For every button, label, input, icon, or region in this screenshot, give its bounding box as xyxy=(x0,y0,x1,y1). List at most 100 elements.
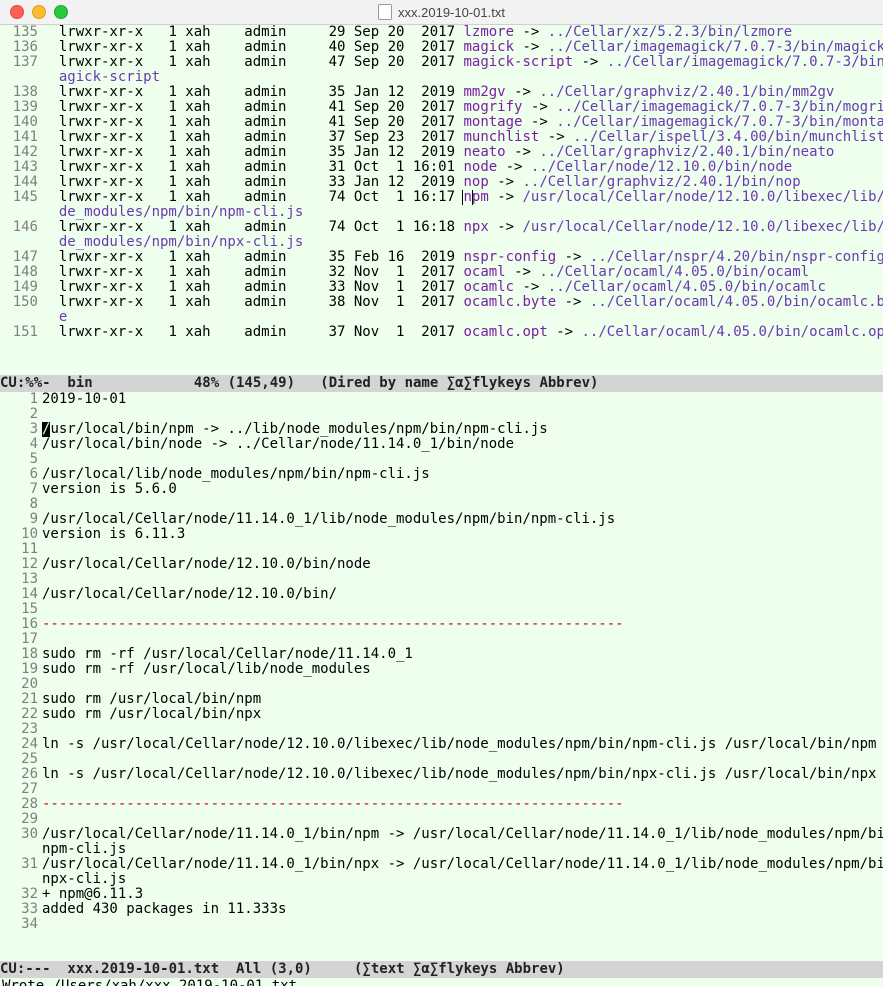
line-number: 4 xyxy=(0,437,42,452)
text-row[interactable]: 31/usr/local/Cellar/node/11.14.0_1/bin/n… xyxy=(0,857,883,872)
text-line: ----------------------------------------… xyxy=(42,617,883,632)
text-row[interactable]: 33added 430 packages in 11.333s xyxy=(0,902,883,917)
dired-row[interactable]: 149 lrwxr-xr-x 1 xah admin 33 Nov 1 2017… xyxy=(0,280,883,295)
text-line xyxy=(42,452,883,467)
line-number: 3 xyxy=(0,422,42,437)
echo-area-text: Wrote /Users/xah/xxx.2019-10-01.txt xyxy=(2,978,297,986)
text-row[interactable]: 2 xyxy=(0,407,883,422)
modeline-dired[interactable]: CU:%%- bin 48% (145,49) (Dired by name ∑… xyxy=(0,375,883,392)
dired-row[interactable]: 141 lrwxr-xr-x 1 xah admin 37 Sep 23 201… xyxy=(0,130,883,145)
text-row[interactable]: 23 xyxy=(0,722,883,737)
line-number: 17 xyxy=(0,632,42,647)
text-line: ----------------------------------------… xyxy=(42,797,883,812)
text-row[interactable]: 26ln -s /usr/local/Cellar/node/12.10.0/l… xyxy=(0,767,883,782)
modeline-text[interactable]: CU:--- xxx.2019-10-01.txt All (3,0) (∑te… xyxy=(0,961,883,978)
line-number: 136 xyxy=(0,40,42,55)
line-number: 22 xyxy=(0,707,42,722)
dired-row[interactable]: 147 lrwxr-xr-x 1 xah admin 35 Feb 16 201… xyxy=(0,250,883,265)
dired-line: lrwxr-xr-x 1 xah admin 32 Nov 1 2017 oca… xyxy=(42,265,883,280)
window-title-text: xxx.2019-10-01.txt xyxy=(398,5,505,20)
dired-row[interactable]: 135 lrwxr-xr-x 1 xah admin 29 Sep 20 201… xyxy=(0,25,883,40)
text-row[interactable]: 32+ npm@6.11.3 xyxy=(0,887,883,902)
text-line: + npm@6.11.3 xyxy=(42,887,883,902)
text-row[interactable]: 25 xyxy=(0,752,883,767)
dired-row[interactable]: 137 lrwxr-xr-x 1 xah admin 47 Sep 20 201… xyxy=(0,55,883,70)
line-number: 8 xyxy=(0,497,42,512)
text-row[interactable]: 6/usr/local/lib/node_modules/npm/bin/npm… xyxy=(0,467,883,482)
text-row-continuation: npx-cli.js xyxy=(0,872,883,887)
dired-line: lrwxr-xr-x 1 xah admin 35 Jan 12 2019 mm… xyxy=(42,85,883,100)
dired-row[interactable]: 139 lrwxr-xr-x 1 xah admin 41 Sep 20 201… xyxy=(0,100,883,115)
text-line: sudo rm -rf /usr/local/lib/node_modules xyxy=(42,662,883,677)
text-row[interactable]: 20 xyxy=(0,677,883,692)
dired-row[interactable]: 136 lrwxr-xr-x 1 xah admin 40 Sep 20 201… xyxy=(0,40,883,55)
text-line: sudo rm /usr/local/bin/npx xyxy=(42,707,883,722)
line-number: 10 xyxy=(0,527,42,542)
text-row[interactable]: 24ln -s /usr/local/Cellar/node/12.10.0/l… xyxy=(0,737,883,752)
dired-line: lrwxr-xr-x 1 xah admin 74 Oct 1 16:17 np… xyxy=(42,190,883,205)
text-row[interactable]: 17 xyxy=(0,632,883,647)
line-number: 150 xyxy=(0,295,42,310)
text-row[interactable]: 12019-10-01 xyxy=(0,392,883,407)
text-row[interactable]: 4/usr/local/bin/node -> ../Cellar/node/1… xyxy=(0,437,883,452)
text-row[interactable]: 8 xyxy=(0,497,883,512)
text-line xyxy=(42,917,883,932)
text-row[interactable]: 11 xyxy=(0,542,883,557)
text-row[interactable]: 27 xyxy=(0,782,883,797)
dired-row[interactable]: 145 lrwxr-xr-x 1 xah admin 74 Oct 1 16:1… xyxy=(0,190,883,205)
text-line xyxy=(42,602,883,617)
dired-buffer[interactable]: 135 lrwxr-xr-x 1 xah admin 29 Sep 20 201… xyxy=(0,25,883,375)
dired-row[interactable]: 138 lrwxr-xr-x 1 xah admin 35 Jan 12 201… xyxy=(0,85,883,100)
text-row[interactable]: 34 xyxy=(0,917,883,932)
line-number: 16 xyxy=(0,617,42,632)
line-number: 20 xyxy=(0,677,42,692)
dired-row[interactable]: 148 lrwxr-xr-x 1 xah admin 32 Nov 1 2017… xyxy=(0,265,883,280)
text-row[interactable]: 29 xyxy=(0,812,883,827)
titlebar[interactable]: xxx.2019-10-01.txt xyxy=(0,0,883,25)
text-row[interactable]: 22sudo rm /usr/local/bin/npx xyxy=(0,707,883,722)
modeline-text-text: CU:--- xxx.2019-10-01.txt All (3,0) (∑te… xyxy=(0,961,565,977)
text-row[interactable]: 3/usr/local/bin/npm -> ../lib/node_modul… xyxy=(0,422,883,437)
text-line xyxy=(42,407,883,422)
text-row[interactable]: 19sudo rm -rf /usr/local/lib/node_module… xyxy=(0,662,883,677)
dired-row[interactable]: 140 lrwxr-xr-x 1 xah admin 41 Sep 20 201… xyxy=(0,115,883,130)
line-number: 142 xyxy=(0,145,42,160)
text-buffer[interactable]: 12019-10-0123/usr/local/bin/npm -> ../li… xyxy=(0,392,883,961)
text-row[interactable]: 21sudo rm /usr/local/bin/npm xyxy=(0,692,883,707)
text-line xyxy=(42,632,883,647)
text-line: /usr/local/lib/node_modules/npm/bin/npm-… xyxy=(42,467,883,482)
text-line: /usr/local/Cellar/node/12.10.0/bin/ xyxy=(42,587,883,602)
dired-row[interactable]: 142 lrwxr-xr-x 1 xah admin 35 Jan 12 201… xyxy=(0,145,883,160)
text-row[interactable]: 10version is 6.11.3 xyxy=(0,527,883,542)
line-number: 143 xyxy=(0,160,42,175)
dired-line: lrwxr-xr-x 1 xah admin 74 Oct 1 16:18 np… xyxy=(42,220,883,235)
line-number: 15 xyxy=(0,602,42,617)
text-row[interactable]: 16--------------------------------------… xyxy=(0,617,883,632)
line-number: 24 xyxy=(0,737,42,752)
dired-row[interactable]: 143 lrwxr-xr-x 1 xah admin 31 Oct 1 16:0… xyxy=(0,160,883,175)
text-line: version is 6.11.3 xyxy=(42,527,883,542)
dired-row[interactable]: 151 lrwxr-xr-x 1 xah admin 37 Nov 1 2017… xyxy=(0,325,883,340)
text-line: 2019-10-01 xyxy=(42,392,883,407)
line-number: 30 xyxy=(0,827,42,842)
text-row[interactable]: 12/usr/local/Cellar/node/12.10.0/bin/nod… xyxy=(0,557,883,572)
line-number: 2 xyxy=(0,407,42,422)
text-row[interactable]: 18sudo rm -rf /usr/local/Cellar/node/11.… xyxy=(0,647,883,662)
text-row[interactable]: 28--------------------------------------… xyxy=(0,797,883,812)
text-line xyxy=(42,782,883,797)
text-row[interactable]: 9/usr/local/Cellar/node/11.14.0_1/lib/no… xyxy=(0,512,883,527)
text-row[interactable]: 7version is 5.6.0 xyxy=(0,482,883,497)
text-row[interactable]: 30/usr/local/Cellar/node/11.14.0_1/bin/n… xyxy=(0,827,883,842)
dired-row-continuation: de_modules/npm/bin/npx-cli.js xyxy=(0,235,883,250)
line-number: 148 xyxy=(0,265,42,280)
dired-row[interactable]: 146 lrwxr-xr-x 1 xah admin 74 Oct 1 16:1… xyxy=(0,220,883,235)
dired-row[interactable]: 144 lrwxr-xr-x 1 xah admin 33 Jan 12 201… xyxy=(0,175,883,190)
dired-row[interactable]: 150 lrwxr-xr-x 1 xah admin 38 Nov 1 2017… xyxy=(0,295,883,310)
text-row[interactable]: 5 xyxy=(0,452,883,467)
text-row[interactable]: 15 xyxy=(0,602,883,617)
text-row[interactable]: 13 xyxy=(0,572,883,587)
dired-line: lrwxr-xr-x 1 xah admin 41 Sep 20 2017 mo… xyxy=(42,115,883,130)
text-row[interactable]: 14/usr/local/Cellar/node/12.10.0/bin/ xyxy=(0,587,883,602)
dired-row-continuation: de_modules/npm/bin/npm-cli.js xyxy=(0,205,883,220)
dired-line: lrwxr-xr-x 1 xah admin 47 Sep 20 2017 ma… xyxy=(42,55,883,70)
